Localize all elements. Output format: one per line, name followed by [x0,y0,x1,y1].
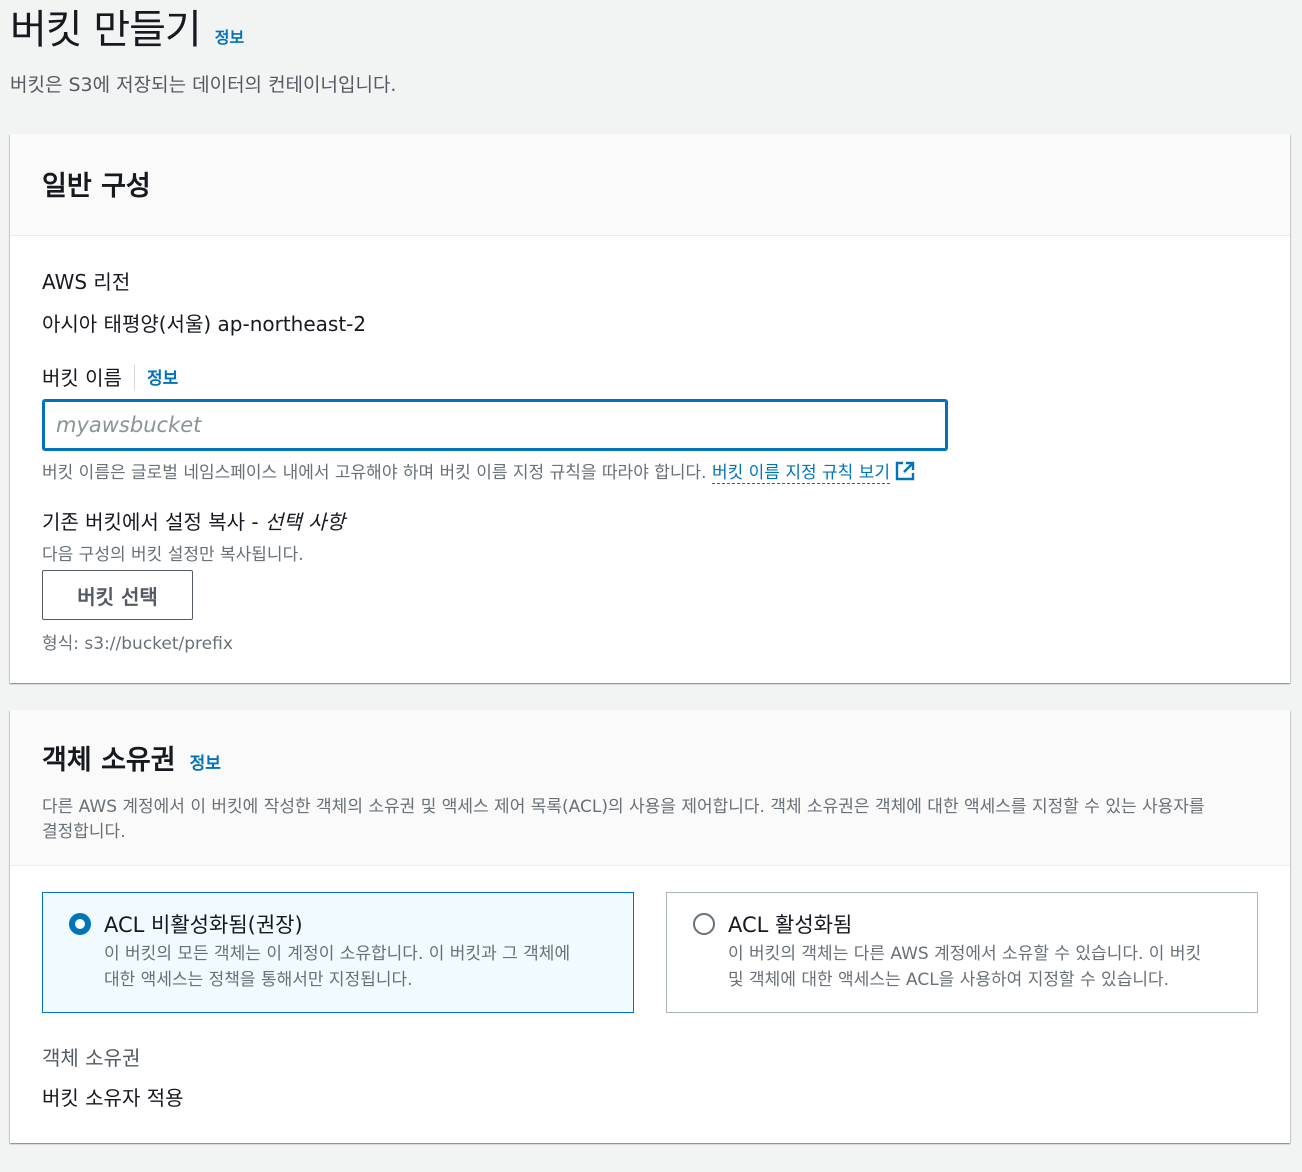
acl-disabled-title: ACL 비활성화됨(권장) [104,913,303,937]
page-header: 버킷 만들기 정보 버킷은 S3에 저장되는 데이터의 컨테이너입니다. [10,0,396,97]
acl-disabled-desc-line2: 대한 액세스는 정책을 통해서만 지정됩니다. [104,970,413,990]
bucket-name-hint-text: 버킷 이름은 글로벌 네임스페이스 내에서 고유해야 하며 버킷 이름 지정 규… [42,463,707,483]
radio-unchecked-icon[interactable] [693,913,715,935]
title-row: 버킷 만들기 정보 [10,0,396,60]
object-ownership-label: 객체 소유권 [42,1046,141,1070]
external-link-icon[interactable] [894,460,916,487]
page-title: 버킷 만들기 [10,7,202,53]
copy-settings-label: 기존 버킷에서 설정 복사 - 선택 사항 [42,506,345,535]
acl-disabled-option[interactable]: ACL 비활성화됨(권장) 이 버킷의 모든 객체는 이 계정이 소유합니다. … [42,892,634,1013]
acl-disabled-desc: 이 버킷의 모든 객체는 이 계정이 소유합니다. 이 버킷과 그 객체에 대한… [104,941,604,993]
region-label: AWS 리전 [42,270,131,294]
bucket-name-label-row: 버킷 이름 정보 [42,362,178,391]
format-hint: 형식: s3://bucket/prefix [42,634,233,654]
general-config-panel: 일반 구성 AWS 리전 아시아 태평양(서울) ap-northeast-2 … [10,134,1290,683]
label-divider [133,363,135,390]
bucket-name-hint: 버킷 이름은 글로벌 네임스페이스 내에서 고유해야 하며 버킷 이름 지정 규… [42,458,916,487]
radio-checked-icon[interactable] [69,913,91,935]
bucket-name-label: 버킷 이름 [42,366,122,390]
object-ownership-panel: 객체 소유권 정보 다른 AWS 계정에서 이 버킷에 작성한 객체의 소유권 … [10,710,1290,1143]
general-config-header: 일반 구성 [10,134,1290,236]
page-description: 버킷은 S3에 저장되는 데이터의 컨테이너입니다. [10,74,397,96]
page-info-link[interactable]: 정보 [215,24,244,48]
select-bucket-button[interactable]: 버킷 선택 [42,570,193,620]
copy-settings-optional: 선택 사항 [265,510,345,534]
region-value: 아시아 태평양(서울) ap-northeast-2 [42,312,367,336]
acl-enabled-title: ACL 활성화됨 [728,913,853,937]
object-ownership-value: 버킷 소유자 적용 [42,1086,184,1110]
bucket-name-info-link[interactable]: 정보 [147,364,178,389]
copy-settings-label-text: 기존 버킷에서 설정 복사 - [42,510,266,534]
general-config-body: AWS 리전 아시아 태평양(서울) ap-northeast-2 버킷 이름 … [10,236,1290,683]
naming-rules-link[interactable]: 버킷 이름 지정 규칙 보기 [711,463,890,484]
acl-enabled-desc-line1: 이 버킷의 객체는 다른 AWS 계정에서 소유할 수 있습니다. 이 버킷 [728,944,1202,964]
object-ownership-body: ACL 비활성화됨(권장) 이 버킷의 모든 객체는 이 계정이 소유합니다. … [10,710,1290,1110]
bucket-name-input[interactable] [42,399,948,451]
acl-enabled-desc-line2: 및 객체에 대한 액세스는 ACL을 사용하여 지정할 수 있습니다. [728,970,1170,990]
acl-disabled-desc-line1: 이 버킷의 모든 객체는 이 계정이 소유합니다. 이 버킷과 그 객체에 [104,944,571,964]
acl-enabled-desc: 이 버킷의 객체는 다른 AWS 계정에서 소유할 수 있습니다. 이 버킷 및… [728,941,1228,993]
general-config-title: 일반 구성 [42,171,151,202]
acl-enabled-option[interactable]: ACL 활성화됨 이 버킷의 객체는 다른 AWS 계정에서 소유할 수 있습니… [666,892,1258,1013]
copy-settings-desc: 다음 구성의 버킷 설정만 복사됩니다. [42,545,304,565]
